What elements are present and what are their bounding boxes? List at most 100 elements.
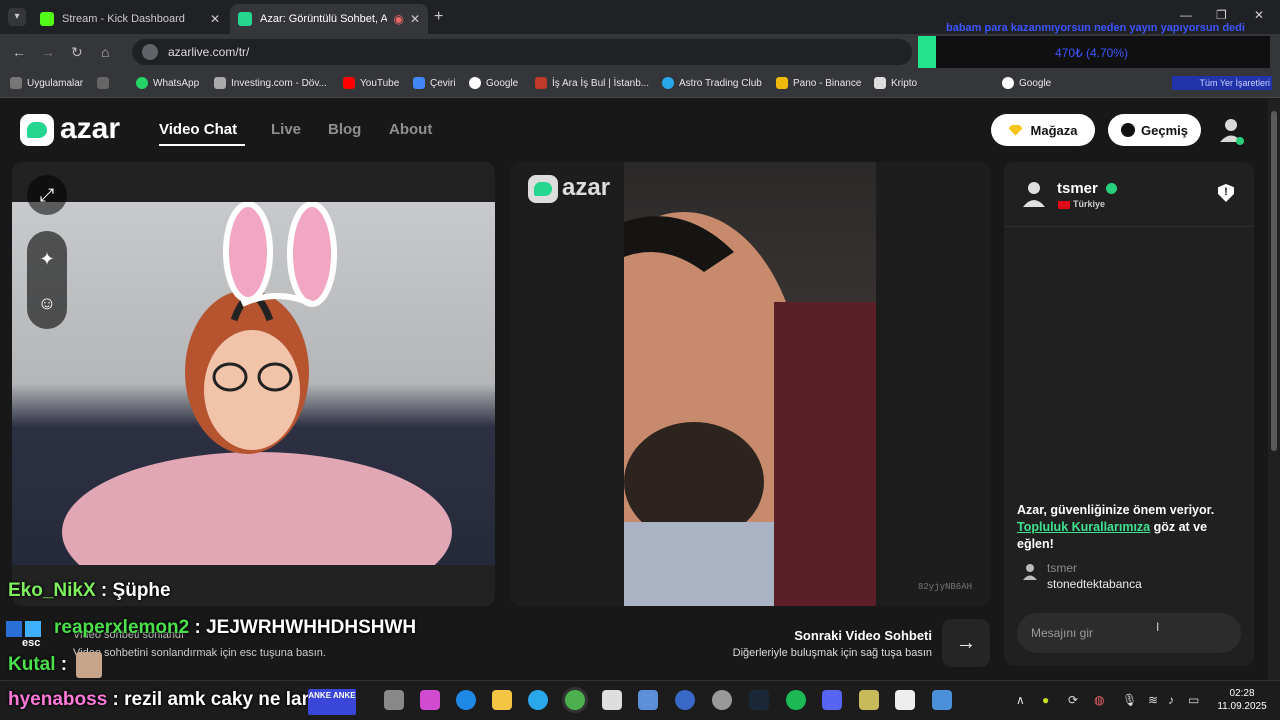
stream-chat-line: reaperxlemon2 : JEJWRHWHHDHSHWH: [54, 617, 417, 638]
bookmark-astro[interactable]: Astro Trading Club: [662, 77, 762, 89]
binance-icon: [776, 77, 788, 89]
self-camera-image: [62, 202, 452, 565]
sparkle-effects-icon[interactable]: ✦: [27, 239, 67, 279]
message-input[interactable]: [1017, 613, 1241, 653]
azar-logo-icon[interactable]: [20, 114, 54, 146]
gem-icon: [1008, 124, 1023, 136]
azar-watermark-icon: [528, 175, 558, 203]
apps-grid-icon: [10, 77, 22, 89]
youtube-icon: [343, 77, 355, 89]
site-info-icon[interactable]: [142, 44, 158, 60]
bookmarks-bar: Uygulamalar WhatsApp Investing.com - Döv…: [0, 70, 1280, 98]
bookmark-kripto[interactable]: Kripto: [874, 77, 917, 89]
azar-logo-text[interactable]: azar: [60, 112, 120, 146]
partner-country: Türkiye: [1073, 199, 1106, 209]
close-tab-icon[interactable]: ✕: [210, 12, 220, 26]
document-icon[interactable]: [638, 690, 658, 710]
app-icon[interactable]: [859, 690, 879, 710]
edge-icon[interactable]: [456, 690, 476, 710]
bookmark-apps[interactable]: Uygulamalar: [10, 77, 83, 89]
close-window-icon[interactable]: ✕: [1254, 8, 1264, 22]
notepad-icon[interactable]: [932, 690, 952, 710]
nav-video-chat[interactable]: Video Chat: [159, 121, 237, 138]
address-bar[interactable]: azarlive.com/tr/: [132, 39, 912, 65]
community-guidelines-link[interactable]: Topluluk Kurallarımıza: [1017, 520, 1150, 534]
store-icon[interactable]: [602, 690, 622, 710]
chrome-icon[interactable]: [565, 690, 585, 710]
turkey-flag-icon: [1058, 201, 1070, 209]
taskbar-app-icon[interactable]: [384, 690, 404, 710]
capcut-icon[interactable]: [895, 690, 915, 710]
job-icon: [535, 77, 547, 89]
nav-about[interactable]: About: [389, 121, 432, 138]
tray-sync-icon[interactable]: ⟳: [1068, 693, 1078, 707]
face-sticker-icon[interactable]: ☺: [27, 283, 67, 323]
back-arrow-icon[interactable]: ←: [12, 44, 26, 60]
tray-record-icon[interactable]: ◍: [1094, 693, 1104, 707]
next-chat-subtitle: Diğerleriyle buluşmak için sağ tuşa bası…: [732, 647, 932, 659]
chat-header-divider: [1004, 226, 1254, 227]
bookmark-binance[interactable]: Pano - Binance: [776, 77, 861, 89]
tab-search-chevron-icon[interactable]: ▾: [8, 8, 26, 26]
tab-kick-dashboard[interactable]: Stream - Kick Dashboard ✕: [32, 4, 228, 34]
text-cursor-icon: I: [1156, 620, 1160, 634]
forward-arrow-icon[interactable]: →: [41, 44, 55, 60]
partner-avatar-icon[interactable]: [1022, 180, 1046, 208]
kick-favicon-icon: [40, 12, 54, 26]
close-tab-icon[interactable]: ✕: [410, 12, 420, 26]
tab-title: Azar: Görüntülü Sohbet, Anl: [260, 13, 388, 25]
bookmark-whatsapp[interactable]: WhatsApp: [136, 77, 199, 89]
partner-id: 82yjyNB6AH: [918, 582, 973, 592]
battery-icon[interactable]: ▭: [1188, 693, 1199, 707]
microphone-icon[interactable]: 🎙: [1122, 693, 1137, 707]
wifi-icon[interactable]: ≋: [1148, 693, 1158, 707]
investing-icon: [214, 77, 226, 89]
tray-chevron-up-icon[interactable]: ∧: [1016, 693, 1025, 707]
tray-app-icon[interactable]: ●: [1042, 693, 1049, 707]
maximize-icon[interactable]: ❐: [1216, 8, 1227, 22]
bookmark-youtube[interactable]: YouTube: [343, 77, 399, 89]
stream-chat-line: Kutal :: [8, 654, 68, 675]
bookmark-is-ara[interactable]: İş Ara İş Bul | İstanb...: [535, 77, 649, 89]
page-scrollbar[interactable]: [1268, 99, 1280, 680]
file-explorer-icon[interactable]: [492, 690, 512, 710]
tab-groups-icon[interactable]: [97, 77, 114, 89]
profile-avatar-icon[interactable]: [1218, 116, 1246, 146]
url-text: azarlive.com/tr/: [168, 45, 250, 59]
fullscreen-expand-icon[interactable]: ⤢: [27, 175, 67, 215]
bookmark-google[interactable]: Google: [469, 77, 518, 89]
nav-blog[interactable]: Blog: [328, 121, 361, 138]
partner-name: tsmer: [1057, 180, 1098, 197]
safety-notice: Azar, güvenliğinize önem veriyor. Toplul…: [1017, 503, 1215, 551]
bookmark-investing[interactable]: Investing.com - Döv...: [214, 77, 327, 89]
trading-app-icon[interactable]: [675, 690, 695, 710]
tab-azar[interactable]: Azar: Görüntülü Sohbet, Anl ◉ ✕: [230, 4, 428, 34]
next-chat-arrow-button[interactable]: →: [942, 619, 990, 667]
spotify-icon[interactable]: [786, 690, 806, 710]
steam-icon[interactable]: [749, 690, 769, 710]
new-tab-plus-icon[interactable]: +: [434, 8, 443, 26]
discord-icon[interactable]: [822, 690, 842, 710]
azar-watermark-text: azar: [562, 174, 611, 201]
bookmark-translate[interactable]: Çeviri: [413, 77, 456, 89]
partner-camera-image: [624, 212, 876, 606]
google-icon: [1002, 77, 1014, 89]
store-button[interactable]: Mağaza: [991, 114, 1095, 146]
nav-live[interactable]: Live: [271, 121, 301, 138]
translate-icon: [413, 77, 425, 89]
scrollbar-thumb[interactable]: [1271, 111, 1277, 451]
minimize-icon[interactable]: —: [1180, 8, 1192, 22]
recording-dot-icon: ◉: [393, 12, 404, 26]
telegram-icon: [662, 77, 674, 89]
chat-emote-image: [76, 652, 102, 678]
reload-icon[interactable]: ↻: [71, 44, 83, 61]
taskbar-clock[interactable]: 02:28 11.09.2025: [1216, 687, 1268, 713]
speaker-icon[interactable]: ♪: [1168, 693, 1174, 707]
telegram-icon[interactable]: [528, 690, 548, 710]
copilot-icon[interactable]: [420, 690, 440, 710]
obs-icon[interactable]: [712, 690, 732, 710]
history-button[interactable]: Geçmiş: [1108, 114, 1201, 146]
bookmark-google-2[interactable]: Google: [1002, 77, 1051, 89]
home-icon[interactable]: ⌂: [101, 44, 109, 60]
all-bookmarks[interactable]: Tüm Yer İşaretleri: [1172, 76, 1272, 90]
